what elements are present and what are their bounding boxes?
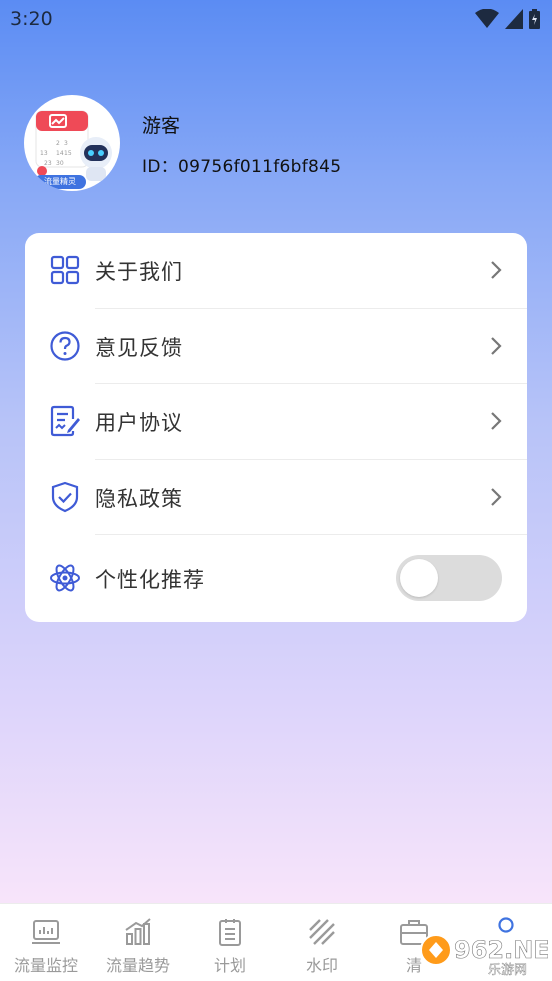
toggle-knob <box>400 559 438 597</box>
profile-id: ID：09756f011f6bf845 <box>142 157 342 177</box>
avatar[interactable]: 23 13 14 15 23 30 流量精灵 <box>24 95 120 191</box>
nav-label: 流量监控 <box>13 956 78 975</box>
monitor-icon <box>32 920 60 944</box>
menu-item-label: 用户协议 <box>95 410 183 435</box>
shield-check-icon <box>51 481 79 513</box>
nav-item-traffic-trend[interactable]: 流量趋势 <box>92 904 184 981</box>
svg-text:14: 14 <box>56 150 64 157</box>
chevron-right-icon <box>491 337 502 355</box>
menu-item-label: 隐私政策 <box>95 486 183 511</box>
nav-label: 水印 <box>305 956 338 975</box>
nav-item-watermark[interactable]: 水印 <box>276 904 368 981</box>
menu-item-privacy-policy[interactable]: 隐私政策 <box>25 460 527 535</box>
menu-item-user-agreement[interactable]: 用户协议 <box>25 384 527 459</box>
nav-item-traffic-monitor[interactable]: 流量监控 <box>0 904 92 981</box>
nav-label: 计划 <box>213 956 246 975</box>
svg-text:3: 3 <box>64 140 68 147</box>
nav-item-plan[interactable]: 计划 <box>184 904 276 981</box>
profile-header: 23 13 14 15 23 30 流量精灵 游客 ID：09756f011f6bf8… <box>24 95 524 191</box>
profile-name: 游客 <box>142 115 181 137</box>
battery-icon <box>529 9 540 29</box>
clipboard-icon <box>219 919 241 946</box>
svg-text:15: 15 <box>64 150 72 157</box>
svg-text:23: 23 <box>44 160 52 167</box>
wifi-icon <box>475 9 499 28</box>
menu-item-label: 关于我们 <box>95 259 183 284</box>
grid-icon <box>50 255 80 285</box>
svg-text:2: 2 <box>56 140 60 147</box>
menu-item-label: 意见反馈 <box>95 335 183 360</box>
status-time: 3:20 <box>10 8 53 30</box>
svg-text:30: 30 <box>56 160 64 167</box>
document-edit-icon <box>50 405 80 437</box>
bar-chart-icon <box>125 918 151 945</box>
status-bar: 3:20 <box>0 0 552 38</box>
menu-item-feedback[interactable]: 意见反馈 <box>25 309 527 384</box>
svg-text:13: 13 <box>40 150 48 157</box>
nav-label: 流量趋势 <box>105 956 170 975</box>
divider <box>95 534 527 535</box>
atom-icon <box>50 564 80 592</box>
settings-menu-card: 关于我们 意见反馈 用户协议 隐私政策 个性化推荐 <box>25 233 527 622</box>
personalized-recommendation-toggle[interactable] <box>396 555 502 601</box>
watermark-subtext: 乐游网 <box>488 963 527 978</box>
question-icon <box>50 331 80 361</box>
chevron-right-icon <box>491 261 502 279</box>
site-watermark-logo: 962.NET 乐游网 <box>420 934 548 978</box>
watermark-text: 962.NET <box>454 936 548 964</box>
status-icons <box>475 9 540 29</box>
menu-item-about-us[interactable]: 关于我们 <box>25 233 527 308</box>
menu-item-label: 个性化推荐 <box>95 567 205 592</box>
stripes-icon <box>309 919 335 945</box>
signal-icon <box>505 9 523 29</box>
avatar-caption: 流量精灵 <box>34 175 86 189</box>
chevron-right-icon <box>491 412 502 430</box>
chevron-right-icon <box>491 488 502 506</box>
